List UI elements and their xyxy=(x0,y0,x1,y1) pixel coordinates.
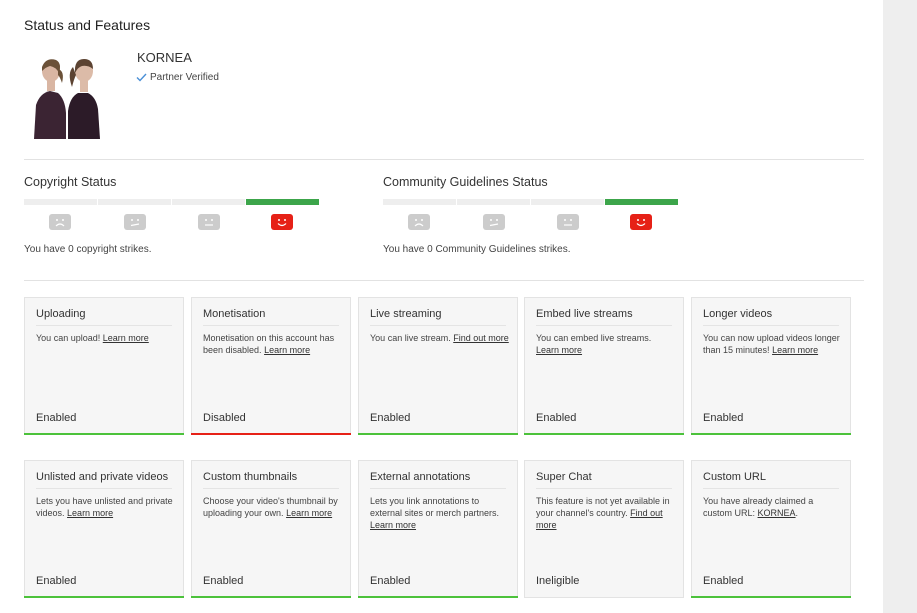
check-icon xyxy=(136,73,147,82)
community-faces xyxy=(383,214,683,232)
channel-avatar xyxy=(32,53,102,139)
feature-title: Custom thumbnails xyxy=(203,471,339,489)
learn-more-link[interactable]: Learn more xyxy=(536,345,582,355)
feature-description: You have already claimed a custom URL: K… xyxy=(703,496,814,518)
feature-title: Monetisation xyxy=(203,308,339,326)
channel-avatar-image xyxy=(32,53,102,139)
happy-face-icon xyxy=(271,214,293,230)
learn-more-link[interactable]: Learn more xyxy=(67,508,113,518)
feature-status: Enabled xyxy=(370,575,411,587)
feature-title: Super Chat xyxy=(536,471,672,489)
strike-segment xyxy=(98,199,171,205)
learn-more-link[interactable]: Learn more xyxy=(772,345,818,355)
divider xyxy=(24,280,864,281)
copyright-strike-text: You have 0 copyright strikes. xyxy=(24,244,152,255)
feature-title: Uploading xyxy=(36,308,172,326)
feature-description: Lets you have unlisted and private video… xyxy=(36,496,173,518)
feature-description: You can now upload videos longer than 15… xyxy=(703,333,840,355)
status-bar xyxy=(358,433,518,435)
divider xyxy=(24,159,864,160)
community-strike-text: You have 0 Community Guidelines strikes. xyxy=(383,244,571,255)
feature-description: Choose your video's thumbnail by uploadi… xyxy=(203,496,338,518)
strike-segment xyxy=(383,199,456,205)
learn-more-link[interactable]: Learn more xyxy=(286,508,332,518)
happy-face-icon xyxy=(630,214,652,230)
learn-more-link[interactable]: Learn more xyxy=(264,345,310,355)
feature-card-custom-thumbnails: Custom thumbnails Choose your video's th… xyxy=(191,460,351,598)
feature-title: Embed live streams xyxy=(536,308,672,326)
neutral-face-icon xyxy=(198,214,220,230)
feature-title: Unlisted and private videos xyxy=(36,471,172,489)
copyright-faces xyxy=(24,214,324,232)
partner-verified-badge: Partner Verified xyxy=(136,72,219,83)
feature-description: You can upload! Learn more xyxy=(36,333,149,343)
feature-status: Enabled xyxy=(36,412,77,424)
copyright-strike-bar xyxy=(24,199,319,205)
status-bar xyxy=(358,596,518,598)
right-gutter xyxy=(883,0,917,613)
status-bar xyxy=(524,596,684,598)
feature-status: Enabled xyxy=(203,575,244,587)
copyright-status: Copyright Status You have 0 copyright st… xyxy=(24,175,324,255)
find-out-more-link[interactable]: Find out more xyxy=(453,333,509,343)
feature-title: Live streaming xyxy=(370,308,506,326)
feature-card-custom-url: Custom URL You have already claimed a cu… xyxy=(691,460,851,598)
strike-segment-active xyxy=(605,199,678,205)
feature-card-longer-videos: Longer videos You can now upload videos … xyxy=(691,297,851,435)
neutral-face-icon xyxy=(557,214,579,230)
feature-status: Enabled xyxy=(703,575,744,587)
feature-card-uploading: Uploading You can upload! Learn more Ena… xyxy=(24,297,184,435)
unsure-face-icon xyxy=(483,214,505,230)
feature-card-super-chat: Super Chat This feature is not yet avail… xyxy=(524,460,684,598)
feature-status: Enabled xyxy=(703,412,744,424)
feature-description: You can live stream. Find out more xyxy=(370,333,509,343)
community-strike-bar xyxy=(383,199,678,205)
strike-segment xyxy=(172,199,245,205)
learn-more-link[interactable]: Learn more xyxy=(103,333,149,343)
feature-card-external-annotations: External annotations Lets you link annot… xyxy=(358,460,518,598)
feature-status: Enabled xyxy=(36,575,77,587)
feature-status: Enabled xyxy=(370,412,411,424)
strike-segment xyxy=(24,199,97,205)
feature-description: Lets you link annotations to external si… xyxy=(370,496,500,530)
unsure-face-icon xyxy=(124,214,146,230)
feature-status: Disabled xyxy=(203,412,246,424)
community-guidelines-status: Community Guidelines Status You have 0 C… xyxy=(383,175,683,255)
feature-description: This feature is not yet available in you… xyxy=(536,496,670,530)
custom-url-link[interactable]: KORNEA xyxy=(758,508,796,518)
feature-card-live-streaming: Live streaming You can live stream. Find… xyxy=(358,297,518,435)
status-bar xyxy=(691,433,851,435)
strike-segment xyxy=(531,199,604,205)
feature-status: Enabled xyxy=(536,412,577,424)
status-bar xyxy=(524,433,684,435)
page-title: Status and Features xyxy=(24,17,151,33)
status-bar xyxy=(691,596,851,598)
status-features-panel: Status and Features KORNEA Partner Verif… xyxy=(0,0,883,613)
sad-face-icon xyxy=(408,214,430,230)
feature-title: External annotations xyxy=(370,471,506,489)
sad-face-icon xyxy=(49,214,71,230)
status-bar xyxy=(24,433,184,435)
status-bar xyxy=(191,596,351,598)
feature-title: Longer videos xyxy=(703,308,839,326)
strike-segment-active xyxy=(246,199,319,205)
feature-card-monetisation: Monetisation Monetisation on this accoun… xyxy=(191,297,351,435)
status-bar xyxy=(191,433,351,435)
feature-description: You can embed live streams. Learn more xyxy=(536,333,652,355)
strike-segment xyxy=(457,199,530,205)
channel-name: KORNEA xyxy=(137,50,192,65)
feature-title: Custom URL xyxy=(703,471,839,489)
feature-status: Ineligible xyxy=(536,575,580,587)
feature-description: Monetisation on this account has been di… xyxy=(203,333,335,355)
partner-verified-label: Partner Verified xyxy=(150,72,219,83)
feature-card-embed-live-streams: Embed live streams You can embed live st… xyxy=(524,297,684,435)
status-bar xyxy=(24,596,184,598)
copyright-status-title: Copyright Status xyxy=(24,175,117,189)
learn-more-link[interactable]: Learn more xyxy=(370,520,416,530)
feature-card-unlisted-private-videos: Unlisted and private videos Lets you hav… xyxy=(24,460,184,598)
community-status-title: Community Guidelines Status xyxy=(383,175,548,189)
